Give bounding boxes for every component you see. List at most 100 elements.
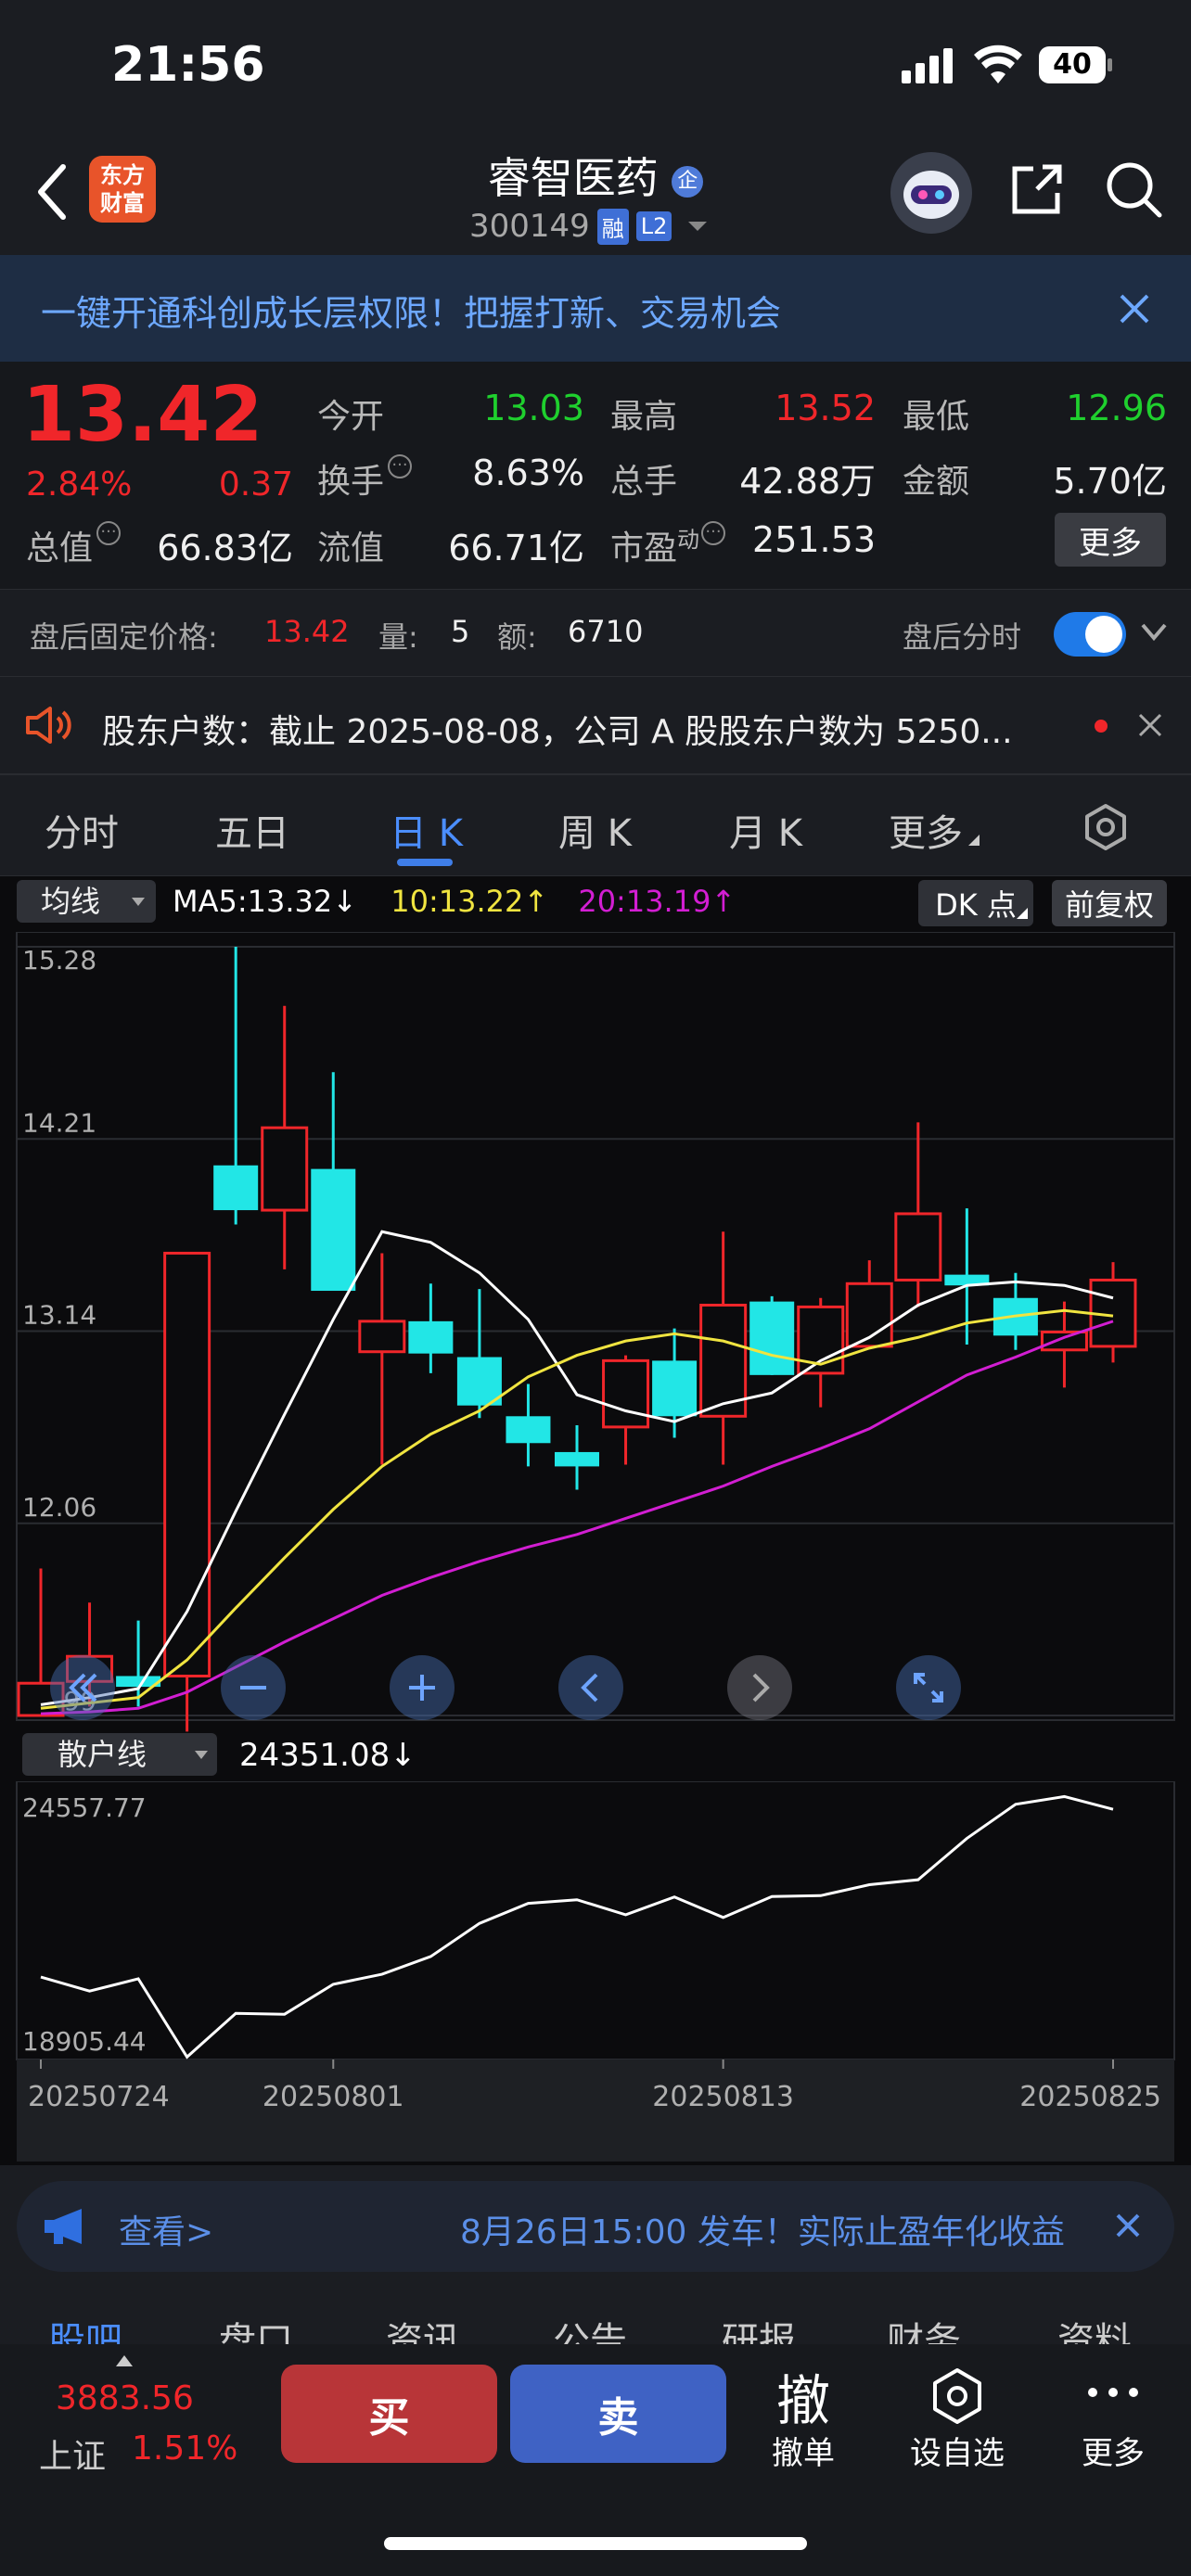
dropdown-triangle-icon bbox=[132, 898, 145, 906]
info-tab-1[interactable]: 盘口 bbox=[219, 2311, 293, 2346]
home-indicator bbox=[384, 2537, 807, 2550]
after-hours-chart-label: 盘后分时 bbox=[903, 619, 1022, 655]
adjust-button[interactable]: 前复权 bbox=[1052, 880, 1167, 926]
float-cap-label: 流值 bbox=[317, 529, 385, 567]
info-tab-4[interactable]: 研报 bbox=[722, 2311, 796, 2346]
candle bbox=[894, 1122, 942, 1307]
zoom-out-icon[interactable] bbox=[221, 1655, 286, 1720]
candle bbox=[506, 1384, 551, 1467]
add-watchlist-icon[interactable] bbox=[928, 2366, 987, 2426]
float-cap-value: 66.71亿 bbox=[448, 528, 584, 568]
candle-body bbox=[749, 1301, 795, 1375]
x-tick-label: 20250813 bbox=[652, 2081, 794, 2113]
stock-code: 300149 bbox=[469, 208, 590, 245]
scroll-left-icon[interactable] bbox=[558, 1655, 623, 1720]
speaker-icon bbox=[24, 705, 76, 746]
margin-tag: 融 bbox=[596, 208, 629, 245]
info-icon[interactable]: ··· bbox=[96, 521, 122, 545]
shareholder-notice[interactable]: 股东户数：截止 2025-08-08，公司 A 股股东户数为 5250... bbox=[0, 677, 1191, 774]
chart-controls bbox=[50, 1655, 978, 1726]
wifi-icon bbox=[974, 45, 1022, 85]
enterprise-badge: 企 bbox=[672, 165, 704, 198]
indicator-select[interactable]: 均线 bbox=[17, 880, 156, 923]
info-tab-2[interactable]: 资讯 bbox=[386, 2311, 460, 2346]
tab-monthly-k[interactable]: 月 K bbox=[729, 803, 802, 857]
stock-code-row: 300149 融 L2 bbox=[469, 206, 708, 247]
after-hours-toggle[interactable] bbox=[1054, 612, 1126, 657]
close-icon[interactable] bbox=[1118, 292, 1151, 325]
chevron-down-icon[interactable] bbox=[688, 222, 708, 231]
total-cap-value: 66.83亿 bbox=[157, 528, 293, 568]
promo-banner-text[interactable]: 一键开通科创成长层权限！把握打新、交易机会 bbox=[41, 285, 781, 336]
info-tab-0[interactable]: 股吧 bbox=[48, 2311, 122, 2346]
ma10-value: 10:13.22 bbox=[391, 884, 524, 919]
after-hours-amt: 6710 bbox=[568, 614, 644, 649]
after-hours-row: 盘后固定价格: 13.42 量: 5 额: 6710 盘后分时 bbox=[0, 589, 1191, 677]
zoom-in-icon[interactable] bbox=[390, 1655, 455, 1720]
scroll-right-icon[interactable] bbox=[727, 1655, 792, 1720]
tab-more[interactable]: 更多 bbox=[889, 803, 980, 857]
index-value[interactable]: 3883.56 bbox=[56, 2379, 194, 2417]
more-quote-button[interactable]: 更多 bbox=[1055, 513, 1166, 567]
bottom-trade-bar: 3883.56 上证 1.51% 买 卖 撤 撤单 设自选 更多 bbox=[0, 2344, 1191, 2576]
more-dots-icon[interactable] bbox=[1085, 2385, 1141, 2400]
ad-text[interactable]: 8月26日15:00 发车！实际止盈年化收益 bbox=[460, 2205, 1109, 2253]
index-caret-icon bbox=[116, 2355, 133, 2366]
sub-indicator-select[interactable]: 散户线 bbox=[22, 1733, 217, 1776]
search-icon[interactable] bbox=[1104, 159, 1163, 219]
unread-dot bbox=[1095, 720, 1108, 733]
candle bbox=[408, 1283, 454, 1373]
share-icon[interactable] bbox=[1009, 161, 1065, 217]
cancel-order-icon[interactable]: 撤 bbox=[748, 2357, 859, 2435]
ad-view-link[interactable]: 查看> bbox=[119, 2205, 213, 2253]
promo-banner[interactable]: 一键开通科创成长层权限！把握打新、交易机会 bbox=[0, 255, 1191, 362]
fullscreen-icon[interactable] bbox=[896, 1655, 961, 1720]
candle bbox=[699, 1231, 748, 1465]
last-price: 13.42 bbox=[22, 371, 263, 459]
turnover-label: 换手 ··· bbox=[317, 454, 413, 503]
buy-button[interactable]: 买 bbox=[281, 2365, 497, 2463]
info-icon[interactable]: ··· bbox=[701, 521, 726, 545]
cancel-order-label[interactable]: 撤单 bbox=[748, 2428, 859, 2473]
candle-body bbox=[311, 1168, 356, 1292]
megaphone-icon bbox=[41, 2205, 91, 2248]
tab-intraday[interactable]: 分时 bbox=[45, 803, 119, 857]
close-icon[interactable] bbox=[1137, 712, 1163, 738]
tab-five-day[interactable]: 五日 bbox=[215, 803, 289, 857]
stock-name: 睿智医药 bbox=[487, 153, 659, 203]
candle-body bbox=[456, 1357, 502, 1406]
change-percent: 2.84% bbox=[26, 465, 133, 504]
index-name[interactable]: 上证 bbox=[39, 2429, 106, 2478]
gear-icon[interactable] bbox=[1082, 803, 1130, 851]
amount-value: 5.70亿 bbox=[1053, 461, 1167, 502]
info-tab-6[interactable]: 资料 bbox=[1057, 2311, 1132, 2346]
candle-body bbox=[408, 1320, 454, 1354]
index-percent[interactable]: 1.51% bbox=[132, 2429, 237, 2468]
robot-assistant-icon[interactable] bbox=[890, 152, 972, 234]
high-label: 最高 bbox=[610, 398, 678, 436]
quote-panel: 13.42 2.84% 0.37 今开 13.03 最高 13.52 最低 12… bbox=[0, 362, 1191, 589]
info-icon[interactable]: ··· bbox=[388, 454, 413, 478]
info-tab-3[interactable]: 公告 bbox=[553, 2311, 627, 2346]
after-hours-vol-label: 量: bbox=[378, 619, 418, 655]
scroll-left-fast-icon[interactable] bbox=[50, 1655, 115, 1720]
promo-ad-bar[interactable]: 查看> 8月26日15:00 发车！实际止盈年化收益 bbox=[17, 2181, 1174, 2272]
more-label[interactable]: 更多 bbox=[1057, 2428, 1169, 2473]
sell-button[interactable]: 卖 bbox=[510, 2365, 726, 2463]
candle-body bbox=[358, 1320, 406, 1354]
tab-daily-k[interactable]: 日 K bbox=[390, 803, 463, 857]
close-icon[interactable] bbox=[1115, 2213, 1141, 2238]
dk-point-button[interactable]: DK 点 bbox=[918, 880, 1033, 926]
candle-body bbox=[602, 1358, 650, 1429]
chevron-down-icon[interactable] bbox=[1139, 621, 1169, 644]
pe-value: 251.53 bbox=[752, 519, 876, 560]
notice-text[interactable]: 股东户数：截止 2025-08-08，公司 A 股股东户数为 5250... bbox=[102, 705, 1057, 753]
ma20-arrow: ↑ bbox=[711, 884, 736, 919]
retail-line-chart[interactable]: 24557.77 18905.44 20250724 20250801 20250813… bbox=[0, 1781, 1191, 2165]
cellular-signal-icon bbox=[902, 48, 957, 85]
candle bbox=[845, 1260, 893, 1348]
tab-weekly-k[interactable]: 周 K bbox=[558, 803, 632, 857]
info-tab-5[interactable]: 财务 bbox=[887, 2311, 961, 2346]
add-watchlist-label[interactable]: 设自选 bbox=[892, 2428, 1022, 2473]
corner-triangle-icon bbox=[1017, 908, 1028, 919]
